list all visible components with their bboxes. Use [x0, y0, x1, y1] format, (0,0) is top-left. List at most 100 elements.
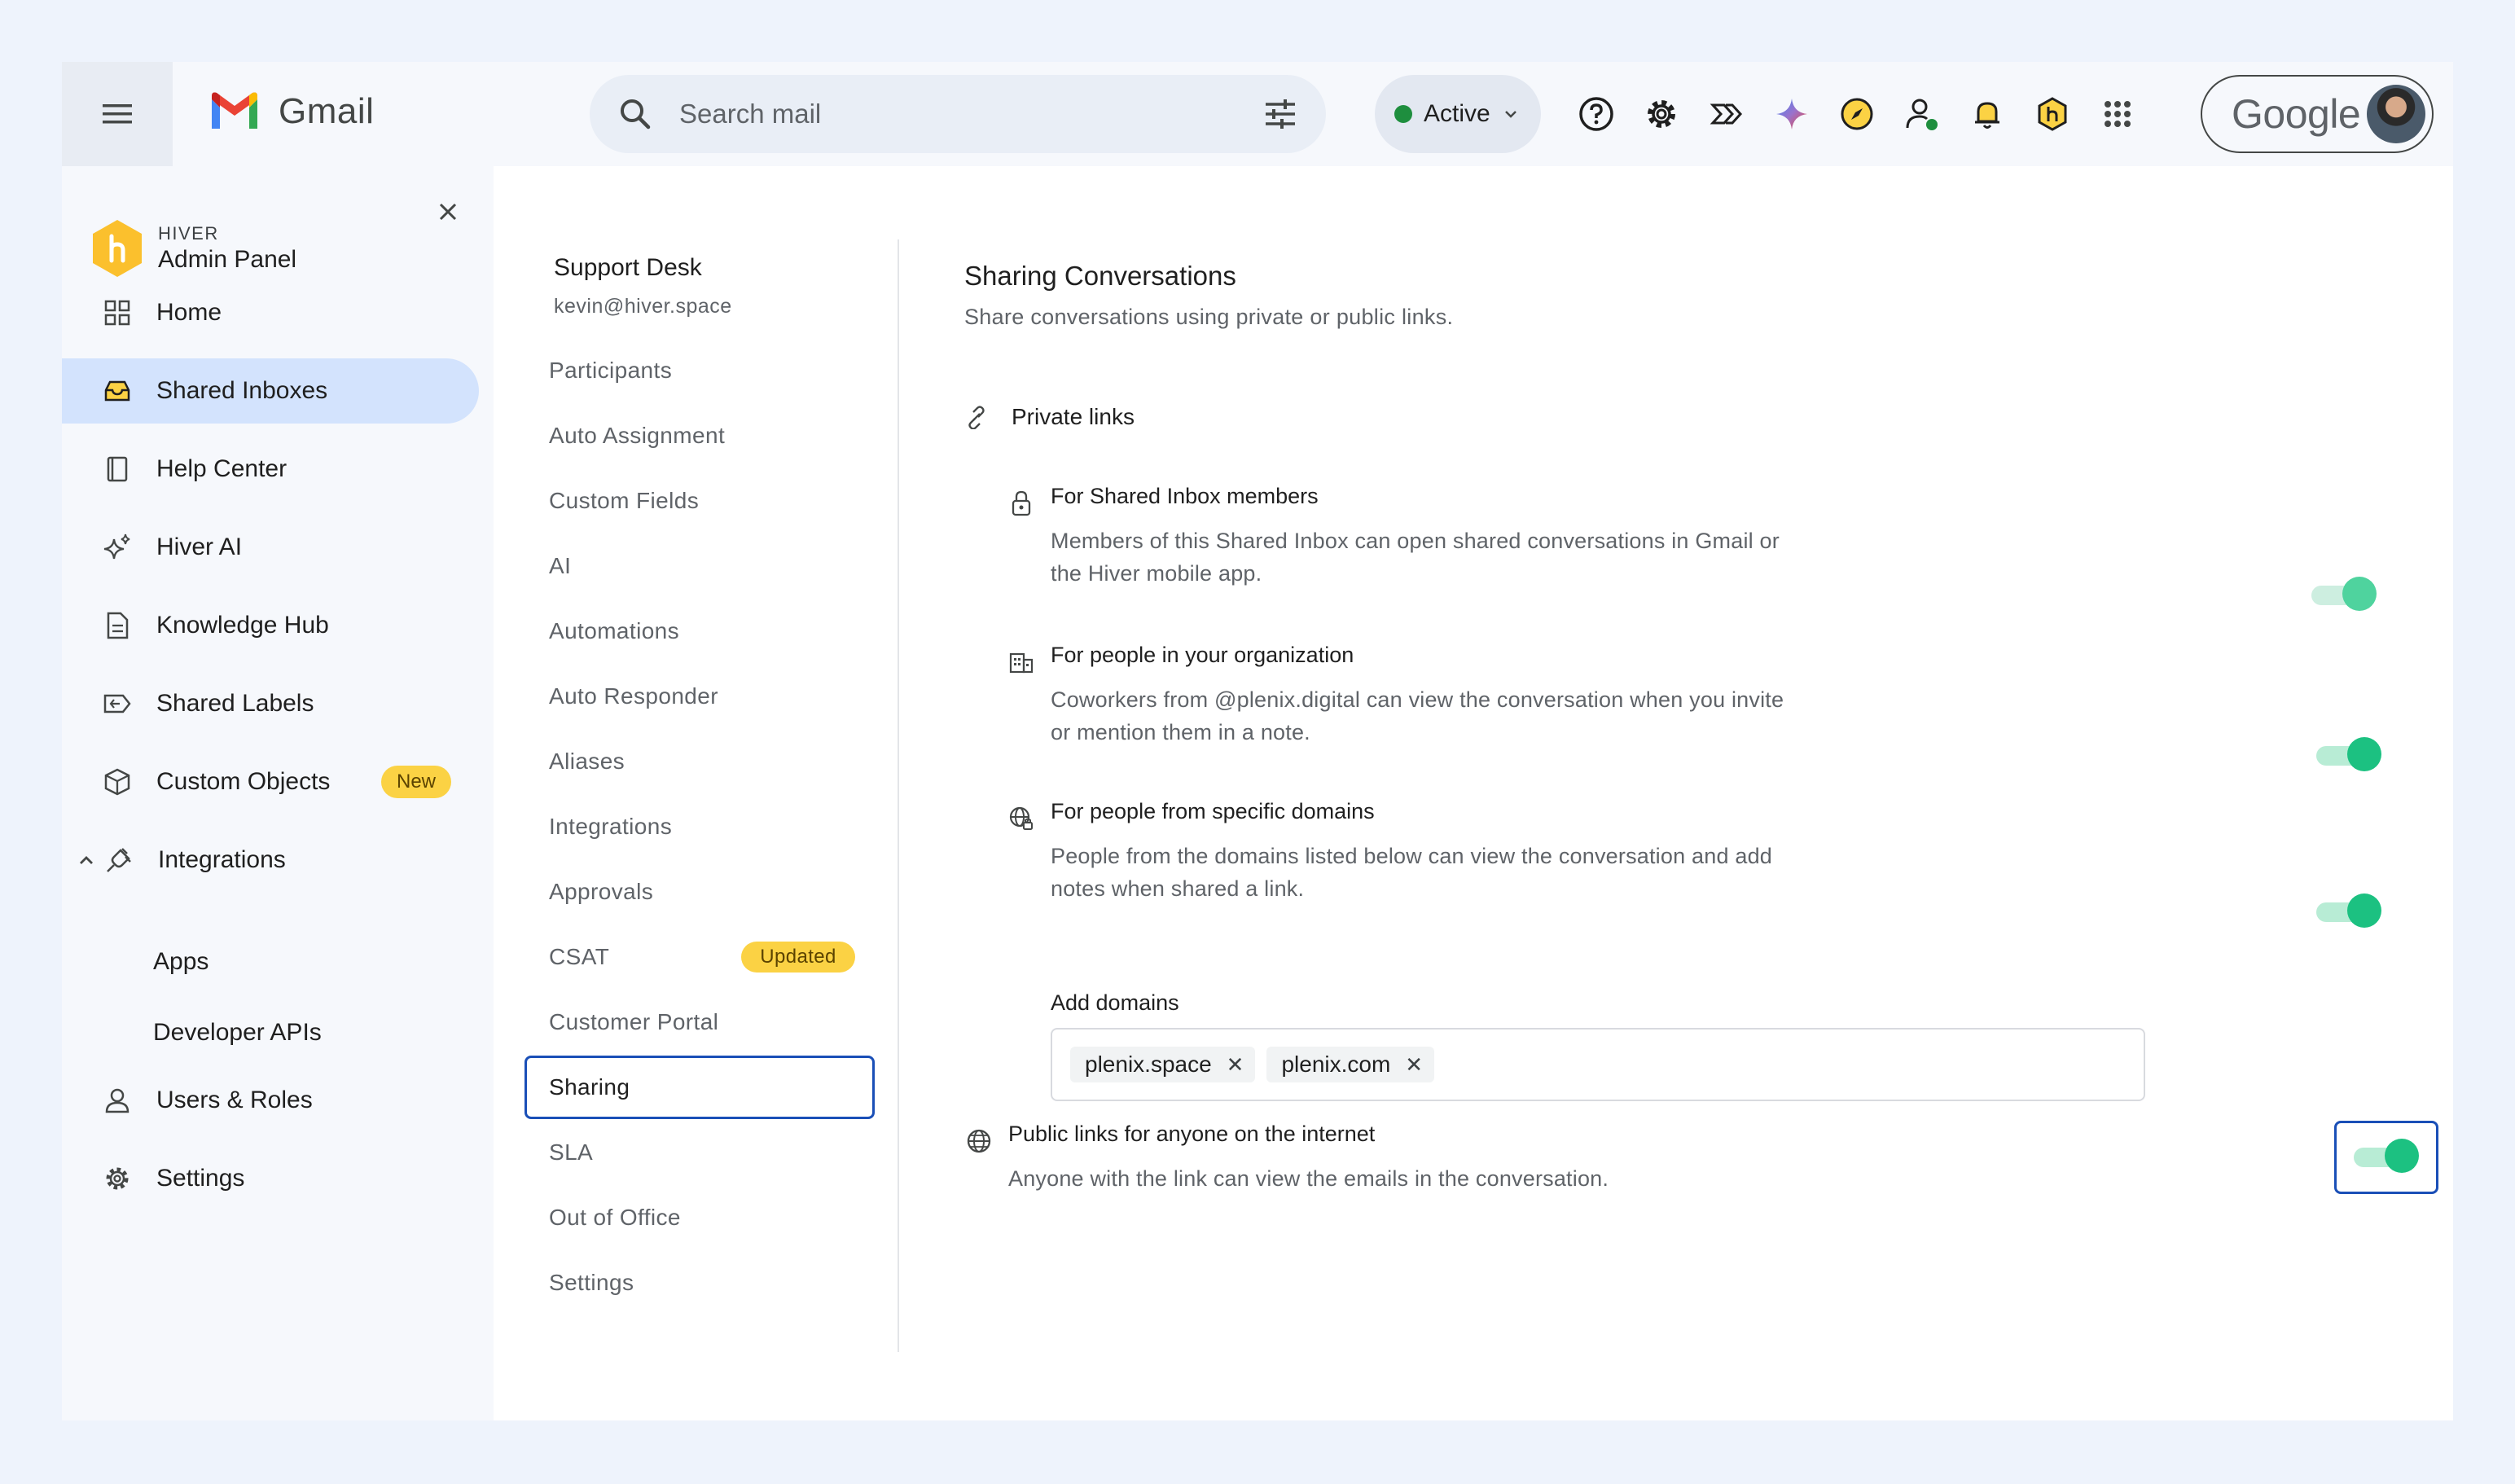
close-panel-button[interactable] — [433, 197, 463, 226]
subnav-label: Auto Assignment — [549, 423, 726, 448]
user-status-button[interactable] — [1899, 91, 1945, 137]
brand-small-label: HIVER — [158, 223, 219, 244]
page-title: Sharing Conversations — [964, 261, 1236, 291]
book-icon — [101, 453, 134, 485]
option-description: Members of this Shared Inbox can open sh… — [1051, 529, 1780, 586]
sharing-panel: Sharing Conversations Share conversation… — [899, 166, 2453, 1420]
remove-domain-icon[interactable]: ✕ — [1227, 1052, 1244, 1078]
sidebar-item-label: Hiver AI — [156, 533, 243, 560]
status-dropdown[interactable]: Active — [1375, 75, 1541, 153]
subnav-label: Approvals — [549, 879, 654, 904]
sidebar-item-label: Integrations — [158, 846, 286, 873]
toggle-shared-inbox-members[interactable] — [2311, 577, 2377, 612]
subnav-item-customer-portal[interactable]: Customer Portal — [525, 990, 875, 1054]
compass-button[interactable] — [1834, 91, 1880, 137]
toggle-organization[interactable] — [2316, 737, 2381, 773]
subnav-label: Aliases — [549, 749, 625, 774]
subnav-item-aliases[interactable]: Aliases — [525, 730, 875, 793]
notifications-button[interactable] — [1964, 91, 2010, 137]
new-badge: New — [381, 766, 451, 798]
subnav-item-automations[interactable]: Automations — [525, 599, 875, 663]
option-description: People from the domains listed below can… — [1051, 844, 1773, 901]
search-bar[interactable] — [590, 75, 1326, 153]
subnav-item-sharing[interactable]: Sharing — [525, 1056, 875, 1119]
search-input[interactable] — [679, 93, 1200, 135]
subnav-item-ai[interactable]: AI — [525, 534, 875, 598]
subnav-item-out-of-office[interactable]: Out of Office — [525, 1186, 875, 1249]
domain-chip-label: plenix.space — [1085, 1052, 1212, 1077]
subnav-item-settings[interactable]: Settings — [525, 1251, 875, 1315]
subnav-item-auto-assignment[interactable]: Auto Assignment — [525, 404, 875, 468]
domain-chip-label: plenix.com — [1281, 1052, 1391, 1077]
subnav-label: CSAT — [549, 944, 610, 969]
remove-domain-icon[interactable]: ✕ — [1405, 1052, 1423, 1078]
sidebar-item-shared-inboxes[interactable]: Shared Inboxes — [62, 358, 479, 424]
private-links-heading: Private links — [964, 404, 1135, 430]
plug-icon — [103, 844, 135, 876]
gmail-wordmark: Gmail — [279, 91, 375, 131]
option-description: Anyone with the link can view the emails… — [1008, 1166, 1609, 1191]
sidebar-item-custom-objects[interactable]: Custom Objects New — [62, 749, 479, 814]
subnav-item-custom-fields[interactable]: Custom Fields — [525, 469, 875, 533]
subnav-label: Customer Portal — [549, 1009, 719, 1034]
toggle-specific-domains[interactable] — [2316, 893, 2381, 929]
subnav-item-integrations[interactable]: Integrations — [525, 795, 875, 858]
subnav-item-auto-responder[interactable]: Auto Responder — [525, 665, 875, 728]
search-options-icon[interactable] — [1261, 94, 1300, 134]
sidebar-item-label: Knowledge Hub — [156, 612, 329, 639]
add-domains-label: Add domains — [1051, 990, 1179, 1015]
top-icon-bar — [1574, 91, 2140, 137]
subnav-label: Auto Responder — [549, 683, 718, 709]
search-icon[interactable] — [616, 94, 655, 134]
status-dot — [1394, 105, 1412, 123]
hiver-extension-button[interactable] — [2030, 91, 2075, 137]
avatar[interactable] — [2367, 85, 2425, 143]
updated-badge: Updated — [741, 942, 855, 973]
account-button[interactable]: Google — [2201, 75, 2434, 153]
gemini-button[interactable] — [1769, 91, 1815, 137]
sidebar-item-settings[interactable]: Settings — [62, 1146, 479, 1211]
sidebar-item-hiver-ai[interactable]: Hiver AI — [62, 515, 479, 580]
sidebar-item-shared-labels[interactable]: Shared Labels — [62, 671, 479, 736]
help-button[interactable] — [1574, 91, 1619, 137]
sidebar-item-label: Custom Objects — [156, 768, 331, 795]
sidebar-subitem-apps[interactable]: Apps — [153, 948, 208, 976]
lock-icon — [1007, 489, 1036, 518]
inbox-name: Support Desk — [554, 254, 702, 281]
sparkle-icon — [101, 531, 134, 564]
option-title: For people in your organization — [1051, 643, 1354, 667]
sidebar-item-help-center[interactable]: Help Center — [62, 437, 479, 502]
toggle-public-links[interactable] — [2354, 1139, 2419, 1174]
globe-icon — [964, 1126, 994, 1156]
settings-button[interactable] — [1639, 91, 1684, 137]
sidebar-item-integrations[interactable]: Integrations — [62, 828, 479, 893]
domain-chip: plenix.com ✕ — [1266, 1047, 1435, 1082]
sidebar-item-knowledge-hub[interactable]: Knowledge Hub — [62, 593, 479, 658]
subnav-label: SLA — [549, 1139, 594, 1165]
hiver-chain-button[interactable] — [1704, 91, 1749, 137]
apps-grid-icon — [2105, 101, 2131, 127]
subnav-item-csat[interactable]: CSAT Updated — [525, 925, 875, 989]
gear-icon — [101, 1162, 134, 1195]
main-menu-button[interactable] — [62, 62, 173, 166]
user-icon — [101, 1084, 134, 1117]
inbox-icon — [101, 375, 134, 407]
bell-icon — [1975, 102, 1999, 129]
domains-input[interactable]: plenix.space ✕ plenix.com ✕ — [1051, 1028, 2145, 1101]
compass-icon — [1841, 98, 1873, 130]
gemini-icon — [1776, 99, 1807, 130]
sidebar-subitem-developer-apis[interactable]: Developer APIs — [153, 1019, 322, 1047]
subnav-item-participants[interactable]: Participants — [525, 339, 875, 402]
building-icon — [1007, 648, 1036, 677]
sidebar-item-label: Settings — [156, 1165, 245, 1192]
sidebar-item-label: Shared Inboxes — [156, 377, 328, 404]
subnav-item-sla[interactable]: SLA — [525, 1121, 875, 1184]
subnav-item-approvals[interactable]: Approvals — [525, 860, 875, 924]
subnav-label: Out of Office — [549, 1205, 681, 1230]
sidebar-item-users-roles[interactable]: Users & Roles — [62, 1068, 479, 1133]
apps-button[interactable] — [2095, 91, 2140, 137]
content-card: Support Desk kevin@hiver.space Participa… — [494, 166, 2453, 1420]
sidebar-item-home[interactable]: Home — [62, 280, 479, 345]
gmail-logo[interactable]: Gmail — [208, 91, 374, 132]
chevron-up-icon[interactable] — [77, 850, 96, 870]
